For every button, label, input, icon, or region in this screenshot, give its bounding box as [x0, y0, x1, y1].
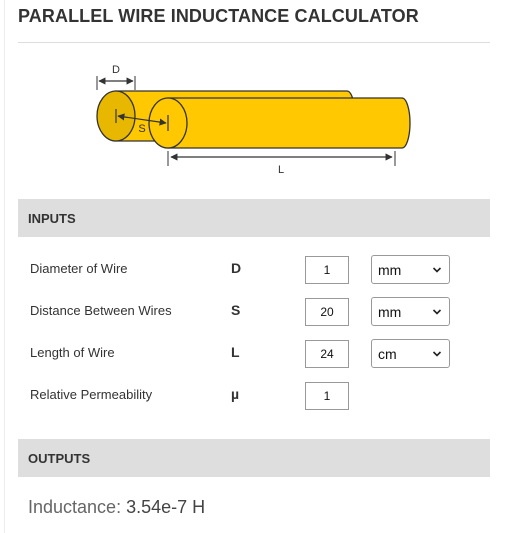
length-symbol: L: [231, 344, 240, 360]
chevron-down-icon: [432, 309, 442, 315]
permeability-input[interactable]: [305, 382, 349, 410]
length-label: Length of Wire: [30, 345, 115, 360]
title-divider: [18, 42, 490, 43]
length-unit-select[interactable]: cm: [371, 339, 450, 368]
permeability-label: Relative Permeability: [30, 387, 153, 402]
input-row-diameter: Diameter of Wire D mm: [18, 254, 490, 286]
length-input[interactable]: [305, 340, 349, 368]
calculator-page: PARALLEL WIRE INDUCTANCE CALCULATOR D S …: [0, 0, 514, 533]
diameter-unit-select[interactable]: mm: [371, 255, 450, 284]
inductance-value: 3.54e-7 H: [126, 497, 206, 517]
distance-label: Distance Between Wires: [30, 303, 172, 318]
diagram-label-s: S: [138, 123, 145, 135]
distance-symbol: S: [231, 302, 241, 318]
diameter-unit-value: mm: [378, 262, 402, 278]
inputs-header: INPUTS: [18, 199, 490, 237]
front-wire: [167, 97, 411, 149]
input-row-permeability: Relative Permeability µ: [18, 380, 490, 412]
distance-unit-value: mm: [378, 304, 402, 320]
distance-unit-select[interactable]: mm: [371, 297, 450, 326]
inductance-output: Inductance: 3.54e-7 H: [28, 497, 205, 518]
length-unit-value: cm: [378, 346, 397, 362]
outputs-header: OUTPUTS: [18, 439, 490, 477]
inductance-label: Inductance:: [28, 497, 122, 517]
distance-input[interactable]: [305, 298, 349, 326]
diameter-symbol: D: [231, 260, 242, 276]
input-row-length: Length of Wire L cm: [18, 338, 490, 370]
parallel-wire-diagram: D S L: [96, 64, 411, 176]
diagram-label-l: L: [278, 164, 284, 176]
page-title: PARALLEL WIRE INDUCTANCE CALCULATOR: [18, 6, 419, 26]
input-row-distance: Distance Between Wires S mm: [18, 296, 490, 328]
diameter-input[interactable]: [305, 256, 349, 284]
chevron-down-icon: [432, 267, 442, 273]
diameter-label: Diameter of Wire: [30, 261, 128, 276]
permeability-symbol: µ: [231, 386, 240, 402]
chevron-down-icon: [432, 351, 442, 357]
diagram-label-d: D: [112, 64, 120, 76]
